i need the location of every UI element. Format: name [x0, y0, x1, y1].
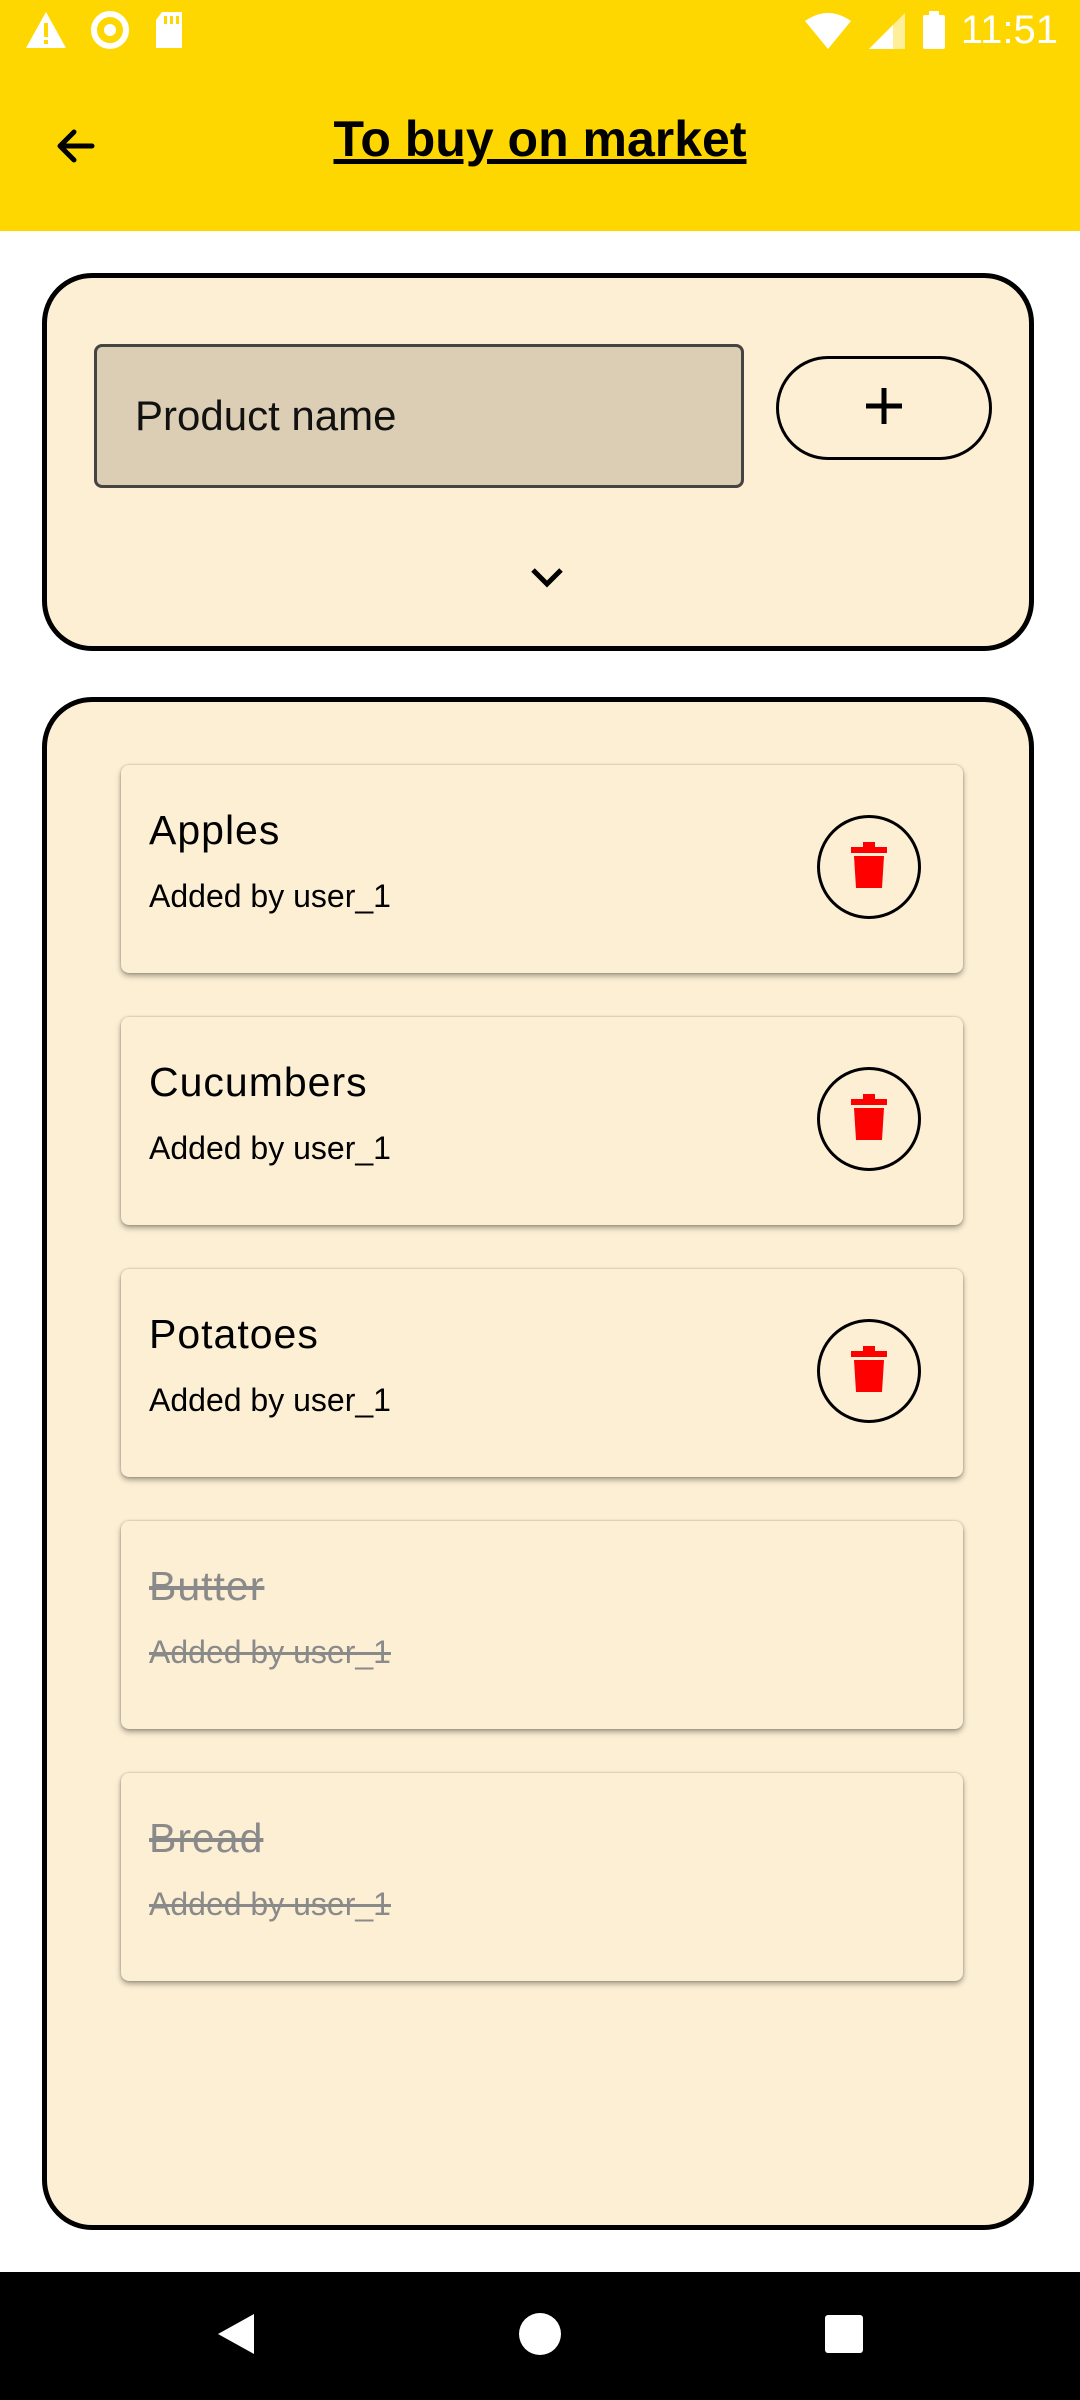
- page-title: To buy on market: [333, 111, 747, 167]
- nav-home-button[interactable]: [510, 2306, 570, 2366]
- shopping-list: Apples Added by user_1 Cucumbers Added b…: [42, 697, 1034, 2230]
- status-bar: 11:51: [0, 0, 1080, 63]
- status-time: 11:51: [960, 8, 1058, 52]
- circle-notification-icon: [90, 10, 130, 50]
- wifi-icon: [803, 11, 853, 51]
- delete-button[interactable]: [817, 815, 921, 919]
- list-item-purchased[interactable]: Bread Added by user_1: [121, 1773, 963, 1981]
- battery-icon: [921, 10, 947, 51]
- item-name: Potatoes: [149, 1311, 319, 1357]
- delete-button[interactable]: [817, 1319, 921, 1423]
- recents-square-icon: [823, 2313, 865, 2360]
- trash-icon: [851, 1093, 887, 1145]
- trash-icon: [851, 841, 887, 893]
- item-name: Butter: [149, 1563, 265, 1609]
- app-header: 11:51 To buy on market: [0, 0, 1080, 231]
- item-added-by: Added by user_1: [149, 1130, 391, 1166]
- nav-recents-button[interactable]: [814, 2306, 874, 2366]
- warning-icon: [24, 10, 68, 50]
- item-name: Apples: [149, 807, 281, 853]
- home-circle-icon: [516, 2310, 564, 2363]
- plus-icon: [862, 384, 906, 433]
- list-item[interactable]: Potatoes Added by user_1: [121, 1269, 963, 1477]
- list-item[interactable]: Cucumbers Added by user_1: [121, 1017, 963, 1225]
- back-triangle-icon: [214, 2310, 258, 2363]
- add-product-button[interactable]: [776, 356, 992, 460]
- chevron-down-icon: [527, 564, 567, 595]
- add-product-card: [42, 273, 1034, 651]
- item-added-by: Added by user_1: [149, 1382, 391, 1418]
- item-added-by: Added by user_1: [149, 1634, 391, 1670]
- item-name: Bread: [149, 1815, 264, 1861]
- nav-back-button[interactable]: [206, 2306, 266, 2366]
- item-added-by: Added by user_1: [149, 1886, 391, 1922]
- expand-options-button[interactable]: [517, 554, 577, 604]
- list-item-purchased[interactable]: Butter Added by user_1: [121, 1521, 963, 1729]
- trash-icon: [851, 1345, 887, 1397]
- list-item[interactable]: Apples Added by user_1: [121, 765, 963, 973]
- item-added-by: Added by user_1: [149, 878, 391, 914]
- delete-button[interactable]: [817, 1067, 921, 1171]
- product-name-input[interactable]: [94, 344, 744, 488]
- item-name: Cucumbers: [149, 1059, 368, 1105]
- sd-card-icon: [152, 10, 186, 50]
- cell-signal-icon: [867, 11, 907, 51]
- system-nav-bar: [0, 2272, 1080, 2400]
